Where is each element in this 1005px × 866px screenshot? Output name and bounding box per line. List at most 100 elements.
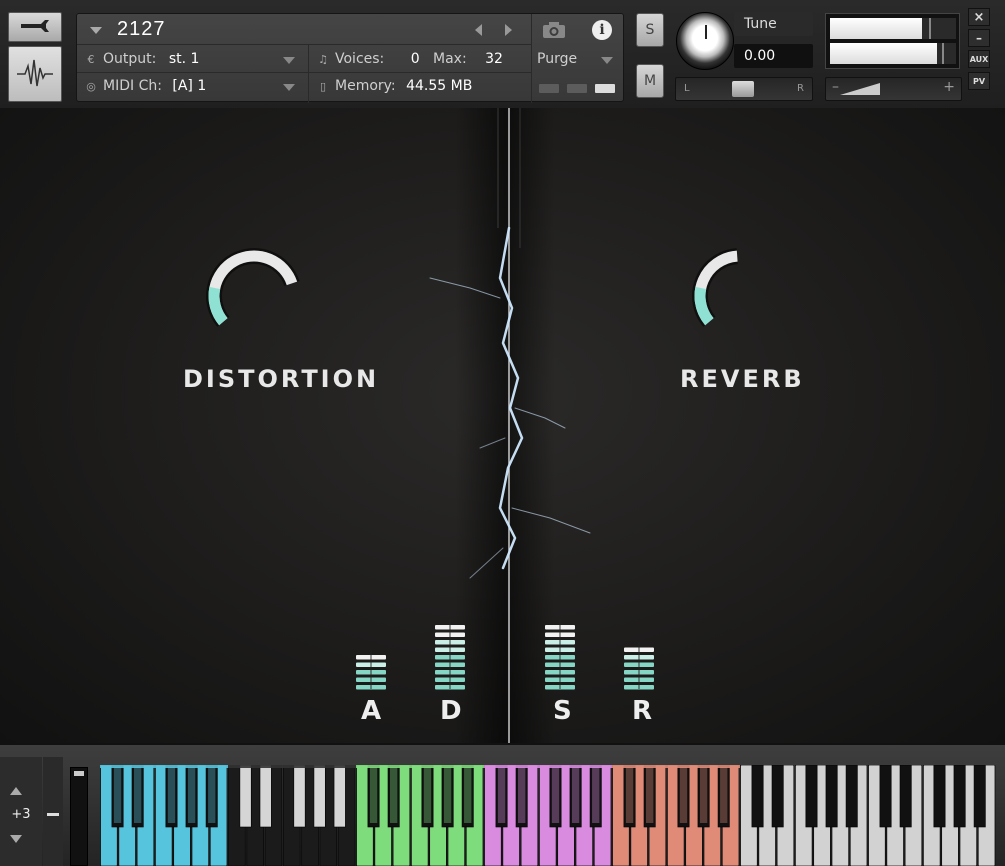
output-label: Output: <box>103 51 157 67</box>
octave-value: +3 <box>11 807 31 822</box>
black-key[interactable] <box>239 765 252 828</box>
max-value: 32 <box>485 51 503 67</box>
divider <box>77 72 531 73</box>
divider <box>308 45 309 103</box>
output-selector[interactable]: € Output: st. 1 <box>85 51 200 67</box>
memory-label: Memory: <box>335 78 396 94</box>
zone-marker <box>612 765 740 768</box>
sustain-label: S <box>553 696 572 726</box>
release-slider[interactable] <box>624 642 654 690</box>
black-key-tint <box>443 767 452 823</box>
attack-label: A <box>361 696 382 726</box>
octave-down-icon[interactable] <box>10 835 22 843</box>
solo-button[interactable]: S <box>636 13 664 47</box>
instrument-name[interactable]: 2127 <box>117 18 166 41</box>
edit-instrument-button[interactable] <box>8 12 62 42</box>
next-arrow-icon[interactable] <box>505 24 512 36</box>
black-key-tint <box>625 767 634 823</box>
black-key[interactable] <box>825 765 838 828</box>
meter-left <box>830 18 956 39</box>
minimize-button[interactable]: – <box>968 29 990 47</box>
distortion-knob[interactable] <box>206 248 300 327</box>
zone-marker <box>356 765 484 768</box>
octave-up-icon[interactable] <box>10 787 22 795</box>
dropdown-arrow-icon[interactable] <box>601 57 613 64</box>
black-key-tint <box>720 767 728 823</box>
volume-minus: – <box>832 79 839 95</box>
info-icon: i <box>592 19 612 40</box>
purge-indicator <box>539 84 559 93</box>
midi-channel-selector[interactable]: ◎ MIDI Ch: [A] 1 <box>85 78 206 94</box>
dropdown-arrow-icon[interactable] <box>283 84 295 91</box>
black-key[interactable] <box>899 765 912 828</box>
pan-slider[interactable]: L R <box>675 77 813 101</box>
info-button[interactable]: i <box>579 14 625 45</box>
voices-label: Voices: <box>335 51 385 67</box>
voices-value: 0 <box>410 51 420 67</box>
black-key[interactable] <box>805 765 818 828</box>
purge-label: Purge <box>537 51 578 67</box>
black-key[interactable] <box>879 765 892 828</box>
volume-plus: + <box>943 79 955 95</box>
midi-label: MIDI Ch: <box>103 78 162 94</box>
black-key[interactable] <box>771 765 784 828</box>
attack-slider[interactable] <box>356 649 386 690</box>
black-key-tint <box>208 767 216 823</box>
pan-thumb[interactable] <box>732 81 754 97</box>
pv-button[interactable]: PV <box>968 72 990 90</box>
black-key[interactable] <box>751 765 764 828</box>
meter-left-peak <box>929 18 931 39</box>
black-key[interactable] <box>293 765 306 828</box>
keyboard-strip: +3 <box>0 743 1005 866</box>
prev-arrow-icon[interactable] <box>475 24 482 36</box>
black-key[interactable] <box>845 765 858 828</box>
mute-button[interactable]: M <box>636 64 664 98</box>
camera-icon <box>543 21 565 38</box>
snapshot-button[interactable] <box>531 14 577 45</box>
waveform-button[interactable] <box>8 46 62 102</box>
memory-value: 44.55 MB <box>406 78 473 94</box>
black-key[interactable] <box>259 765 272 828</box>
volume-slider[interactable]: – + <box>825 77 962 101</box>
performance-view: DISTORTION REVERB A D S R <box>0 108 1005 743</box>
meter-right-fill <box>830 43 937 64</box>
meter-right <box>830 43 956 64</box>
black-key[interactable] <box>953 765 966 828</box>
black-key-tint <box>464 767 472 823</box>
instrument-header: 2127 i € Output: st. 1 ♫ Voices: 0 Max: … <box>0 0 1005 108</box>
max-label: Max: <box>433 51 467 67</box>
black-key-tint <box>518 767 526 823</box>
black-key-tint <box>113 767 122 823</box>
mod-wheel[interactable] <box>43 757 63 866</box>
tune-label: Tune <box>734 12 813 36</box>
dropdown-arrow-icon[interactable] <box>283 57 295 64</box>
black-key[interactable] <box>933 765 946 828</box>
aux-button[interactable]: AUX <box>968 50 990 68</box>
purge-indicator <box>595 84 615 93</box>
octave-control: +3 <box>0 757 42 866</box>
black-key-tint <box>167 767 176 823</box>
black-key[interactable] <box>973 765 986 828</box>
close-button[interactable]: × <box>968 8 990 26</box>
reverb-knob[interactable] <box>692 248 739 327</box>
output-value: st. 1 <box>168 51 200 67</box>
voices-display: ♫ Voices: 0 <box>317 51 420 67</box>
black-key-tint <box>592 767 600 823</box>
wrench-icon <box>21 20 49 32</box>
black-key-tint <box>571 767 580 823</box>
instrument-info-panel: 2127 i € Output: st. 1 ♫ Voices: 0 Max: … <box>76 13 625 103</box>
purge-menu[interactable]: Purge <box>537 51 577 67</box>
max-voices[interactable]: Max: 32 <box>433 51 503 67</box>
dropdown-arrow-icon[interactable] <box>90 27 102 34</box>
black-key[interactable] <box>313 765 326 828</box>
black-key[interactable] <box>333 765 346 828</box>
volume-ramp-icon <box>840 83 880 95</box>
tune-knob[interactable] <box>676 12 734 70</box>
zone-marker <box>228 765 356 768</box>
distortion-label: DISTORTION <box>183 365 380 393</box>
decay-label: D <box>440 696 462 726</box>
pitch-wheel[interactable] <box>70 767 88 866</box>
tune-value[interactable]: 0.00 <box>734 44 813 68</box>
piano-keyboard[interactable] <box>100 765 996 866</box>
instrument-name-row: 2127 <box>77 14 531 45</box>
